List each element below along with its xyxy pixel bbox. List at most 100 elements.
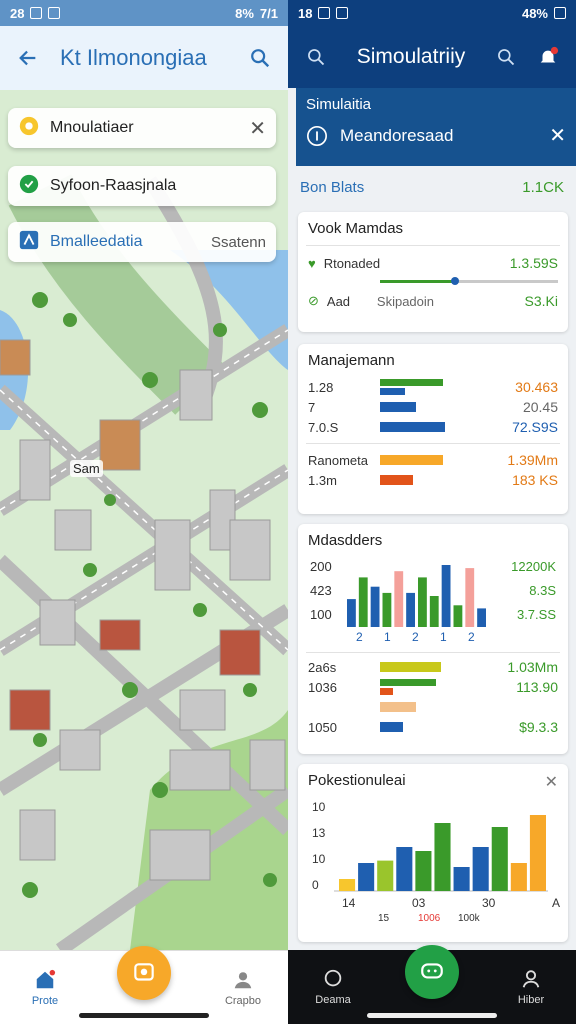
status-bar: 28 8% 7/1	[0, 0, 288, 26]
map-card-bmalleedatia[interactable]: Bmalleedatia Ssatenn	[8, 222, 276, 262]
chart-bar[interactable]	[382, 592, 392, 627]
nav-label: Deama	[315, 994, 351, 1006]
map-pane: 28 8% 7/1 Kt Ilmonongiaa Mnoulatiaer ✕ S…	[0, 0, 288, 1024]
bar-row-label: 7.0.S	[308, 419, 339, 435]
card-title: Pokestionuleai	[308, 772, 406, 789]
search-icon-2[interactable]	[492, 43, 520, 71]
tick-label: 30	[482, 896, 496, 910]
bar-row: Ranometa 1.39Mm	[298, 450, 568, 470]
banner-title: Simulaitia	[306, 96, 372, 113]
nav-demo[interactable]: Deama	[310, 968, 356, 1006]
bar-row-label: 1036	[308, 679, 337, 695]
bar-row-value: 20.45	[522, 399, 558, 415]
notification-bell-icon[interactable]	[534, 43, 562, 71]
nav-profile-right[interactable]: Crapbo	[220, 969, 266, 1007]
bar-row-label: 1.3m	[308, 472, 337, 488]
home-indicator	[79, 1013, 209, 1018]
top-app-bar: Kt Ilmonongiaa	[0, 26, 288, 90]
chart-bar[interactable]	[429, 596, 439, 627]
tick-label: 10	[312, 800, 326, 814]
tick-label: 100k	[458, 913, 481, 924]
chart-bar[interactable]	[415, 851, 432, 891]
stat-row: ⊘ Aad Skipadoin S3.Ki	[298, 283, 568, 319]
bar-row-label: 7	[308, 399, 316, 415]
bar-row: 1036 113.90	[298, 677, 568, 697]
nav-label: Crapbo	[224, 994, 262, 1007]
tick-label: 2	[468, 630, 475, 643]
card-mdasdders[interactable]: Mdasdders 200 423 100 12200K 8.3S 3.7.SS 2 1 2 1 2…	[298, 524, 568, 754]
chart-bar[interactable]	[339, 879, 356, 891]
tick-label: 200	[310, 559, 332, 574]
chart-bar[interactable]	[396, 847, 413, 891]
chart-bar[interactable]	[370, 586, 380, 627]
chart-bar[interactable]	[347, 599, 356, 627]
chart-bar[interactable]	[465, 568, 475, 627]
stat-label: Aad	[326, 293, 351, 309]
stat-row: ♥ Rtonaded 1.3.59S	[298, 246, 568, 280]
chart-bar[interactable]	[477, 608, 486, 627]
tick-label: 2	[412, 630, 419, 643]
tick-label: 13	[312, 826, 326, 840]
notification-icon	[318, 7, 331, 19]
tick-label: 10	[312, 852, 326, 866]
card-title: Manajemann	[308, 352, 395, 369]
nav-profile[interactable]: Hiber	[508, 968, 554, 1006]
nav-label: Prote	[31, 994, 59, 1007]
chat-action-button[interactable]	[405, 945, 459, 999]
close-icon[interactable]: ✕	[249, 116, 266, 141]
bar-row-value: 1.03Mm	[507, 659, 558, 675]
chart-bar[interactable]	[491, 827, 508, 891]
tick-label: A	[552, 896, 560, 910]
chart-bar[interactable]	[434, 823, 451, 891]
chart-bar[interactable]	[358, 863, 375, 891]
chart-bar[interactable]	[510, 863, 527, 891]
bar-row-value: 113.90	[516, 679, 558, 695]
compass-icon	[18, 115, 40, 142]
map-card-label: Bmalleedatia	[50, 233, 143, 250]
card-manajemann[interactable]: Manajemann 1.28 30.463 7 20.45 7.0.S 72.S9S R…	[298, 344, 568, 514]
nav-profile[interactable]: Prote	[22, 969, 68, 1007]
bar-segment	[380, 688, 394, 695]
chart-bar[interactable]	[453, 605, 463, 627]
back-arrow-icon[interactable]	[14, 44, 42, 72]
search-icon[interactable]	[302, 43, 330, 71]
progress-knob[interactable]	[450, 277, 459, 285]
search-icon[interactable]	[246, 44, 274, 72]
summary-value: 1.1CK	[522, 178, 564, 196]
progress-track	[380, 277, 558, 285]
card-pokestionuleai[interactable]: Pokestionuleai ✕ 10 13 10 0 14 03 30 A 15 1006 100…	[298, 764, 568, 942]
close-icon[interactable]: ✕	[549, 123, 566, 148]
map-card-syfoon[interactable]: Syfoon-Raasjnala	[8, 166, 276, 206]
chart-bar[interactable]	[377, 860, 394, 891]
chart-bar[interactable]	[472, 847, 489, 891]
map-card-label: Mnoulatiaer	[50, 119, 134, 136]
bar-segment	[380, 402, 417, 412]
banner-text: Meandoresaad	[340, 125, 454, 145]
chart-bar[interactable]	[406, 592, 415, 627]
map-action-button[interactable]	[117, 945, 171, 1000]
tick-label: 8.3S	[529, 583, 556, 598]
close-icon[interactable]: ✕	[545, 772, 558, 792]
heart-icon: ♥	[308, 255, 316, 271]
chart-bar[interactable]	[441, 565, 451, 627]
city-map[interactable]	[0, 90, 288, 950]
top-app-bar: Simoulatriiy	[288, 26, 576, 88]
card-vook-mamdas[interactable]: Vook Mamdas ♥ Rtonaded 1.3.59S ⊘ Aad Ski…	[298, 212, 568, 332]
map-place-label[interactable]: Sam	[70, 460, 103, 477]
bar-segment	[380, 455, 443, 465]
bar-row-value: 72.S9S	[512, 419, 558, 435]
chart-bar[interactable]	[529, 815, 546, 891]
bar-row-label: 1050	[308, 719, 337, 735]
chart-bar[interactable]	[394, 571, 404, 627]
chart-bar[interactable]	[418, 577, 427, 627]
summary-key: Bon Blats	[300, 178, 365, 196]
chart-bar[interactable]	[453, 867, 470, 891]
tick-label: 1	[384, 630, 391, 643]
dashboard-pane: 18 48% Simoulatriiy Simulaitia Meandores…	[288, 0, 576, 1024]
status-time: 28	[10, 5, 25, 21]
map-card-sub: Ssatenn	[210, 233, 266, 251]
chart-bar[interactable]	[358, 577, 368, 627]
tick-label: 423	[310, 583, 332, 598]
bar-row: 1050 $9.3.3	[298, 717, 568, 737]
map-card-mnoulatiaer[interactable]: Mnoulatiaer ✕	[8, 108, 276, 148]
